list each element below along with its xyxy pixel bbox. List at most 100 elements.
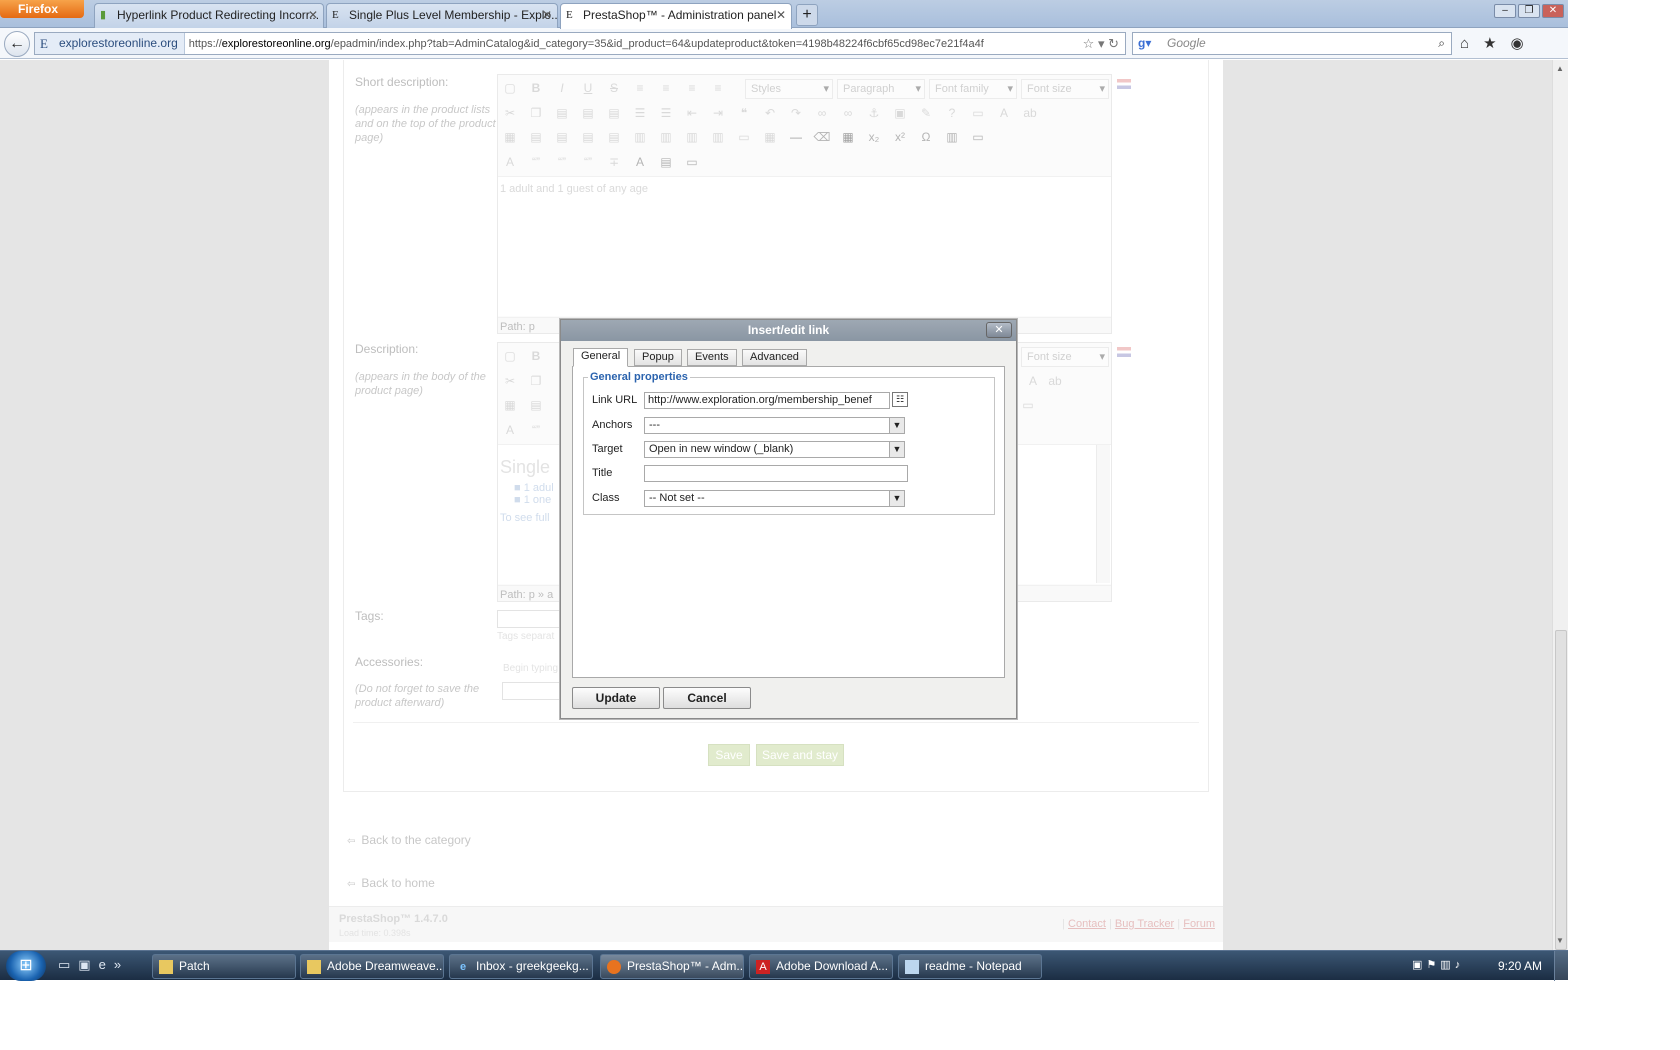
windows-taskbar: ⊞ ▭▣e» Patch Adobe Dreamweave... e Inbox … <box>0 950 1568 981</box>
browser-tab-3-active[interactable]: E PrestaShop™ - Administration panel ✕ <box>560 3 792 29</box>
navbar-icons: ⌂★◉ <box>1460 34 1538 52</box>
bookmark-star-icon[interactable]: ☆ <box>1083 36 1095 51</box>
ie-icon[interactable]: e <box>99 957 114 972</box>
back-arrow-icon[interactable]: ← <box>4 31 30 57</box>
close-window-icon[interactable]: ✕ <box>1542 4 1564 18</box>
browser-tab-1[interactable]: ▮ Hyperlink Product Redirecting Incorr..… <box>94 3 324 28</box>
scroll-up-icon[interactable]: ▲ <box>1556 64 1564 73</box>
browser-tab-label: Single Plus Level Membership - Explo... <box>349 8 558 22</box>
navigation-bar: ← Eexplorestoreonline.org https://explore… <box>0 28 1568 59</box>
taskbar-item-label: Adobe Dreamweave... <box>327 959 444 973</box>
chevron-down-icon[interactable]: ▼ <box>889 418 904 433</box>
explorestore-favicon: E <box>40 36 48 51</box>
scroll-down-icon[interactable]: ▼ <box>1556 936 1564 945</box>
url-text: https://explorestoreonline.org/epadmin/i… <box>185 38 984 50</box>
firefox-menu-button[interactable]: Firefox <box>0 0 84 18</box>
browser-tab-2[interactable]: E Single Plus Level Membership - Explo..… <box>326 3 558 28</box>
address-bar-icons: ☆ ▾ ↻ <box>1083 33 1119 54</box>
general-properties-fieldset: General properties Link URL http://www.e… <box>583 371 995 515</box>
chevron-down-icon[interactable]: ▼ <box>889 491 904 506</box>
home-icon[interactable]: ⌂ <box>1460 35 1483 52</box>
anchors-select[interactable]: --- ▼ <box>644 417 905 434</box>
general-panel: General properties Link URL http://www.e… <box>572 366 1005 678</box>
notepad-icon <box>905 960 919 974</box>
taskbar-item-label: Inbox - greekgeekg... <box>476 959 589 973</box>
scrollbar-thumb[interactable] <box>1555 630 1567 950</box>
history-dropdown-icon[interactable]: ▾ <box>1098 36 1105 51</box>
taskbar-item-adobe-download[interactable]: A Adobe Download A... <box>749 954 893 979</box>
windows-start-icon[interactable]: ⊞ <box>6 951 46 981</box>
target-select[interactable]: Open in new window (_blank) ▼ <box>644 441 905 458</box>
address-bar[interactable]: Eexplorestoreonline.org https://explorest… <box>34 32 1126 55</box>
browse-icon[interactable]: ☷ <box>892 392 908 407</box>
tab-events[interactable]: Events <box>687 349 737 366</box>
link-url-label: Link URL <box>592 394 638 406</box>
switch-windows-icon[interactable]: ▣ <box>78 957 98 972</box>
browser-tab-label: Hyperlink Product Redirecting Incorr... <box>117 8 320 22</box>
chat-icon[interactable]: ▣ <box>1412 959 1426 971</box>
tray-icons: ▣⚑▥♪ <box>1412 958 1464 971</box>
explorestore-favicon: E <box>332 9 339 21</box>
close-tab-icon[interactable]: ✕ <box>542 4 552 26</box>
flag-icon[interactable]: ⚑ <box>1426 959 1440 971</box>
show-desktop-icon[interactable]: ▭ <box>58 957 78 972</box>
anchors-label: Anchors <box>592 419 633 431</box>
taskbar-item-notepad[interactable]: readme - Notepad <box>898 954 1042 979</box>
show-desktop-button[interactable] <box>1554 951 1568 981</box>
link-url-input[interactable]: http://www.exploration.org/membership_be… <box>644 392 890 409</box>
taskbar-item-label: PrestaShop™ - Adm... <box>627 959 744 973</box>
google-icon: g▾ <box>1138 36 1152 50</box>
title-input[interactable] <box>644 465 908 482</box>
folder-icon <box>307 960 321 974</box>
url-domain: explorestoreonline.org <box>221 38 331 50</box>
search-icon[interactable]: ⌕ <box>1438 33 1445 54</box>
target-label: Target <box>592 443 623 455</box>
ie-icon: e <box>459 961 467 973</box>
cancel-button[interactable]: Cancel <box>663 687 751 709</box>
url-path: /epadmin/index.php?tab=AdminCatalog&id_c… <box>330 38 984 50</box>
restore-icon[interactable]: ❐ <box>1518 4 1540 18</box>
bookmark-icon: ▮ <box>100 9 107 21</box>
site-identity-button[interactable]: Eexplorestoreonline.org <box>35 33 185 54</box>
taskbar-item-label: readme - Notepad <box>925 959 1022 973</box>
minimize-icon[interactable]: – <box>1494 4 1516 18</box>
browser-tab-bar: Firefox ▮ Hyperlink Product Redirecting … <box>0 0 1568 29</box>
volume-icon[interactable]: ♪ <box>1455 959 1465 971</box>
addon-eye-icon[interactable]: ◉ <box>1511 35 1538 52</box>
anchors-value: --- <box>649 419 660 431</box>
clock[interactable]: 9:20 AM <box>1498 959 1542 973</box>
more-chevron-icon[interactable]: » <box>114 957 129 972</box>
reload-icon[interactable]: ↻ <box>1108 36 1119 51</box>
taskbar-item-label: Adobe Download A... <box>776 959 889 973</box>
close-tab-icon[interactable]: ✕ <box>776 4 786 26</box>
taskbar-item-prestashop[interactable]: PrestaShop™ - Adm... <box>600 954 744 979</box>
bookmarks-icon[interactable]: ★ <box>1483 35 1510 52</box>
tab-advanced[interactable]: Advanced <box>742 349 807 366</box>
target-value: Open in new window (_blank) <box>649 443 794 455</box>
close-icon[interactable]: ✕ <box>986 322 1012 338</box>
firefox-icon <box>607 960 621 974</box>
taskbar-item-label: Patch <box>179 959 210 973</box>
chevron-down-icon[interactable]: ▼ <box>889 442 904 457</box>
new-tab-button[interactable]: + <box>796 4 818 26</box>
update-button[interactable]: Update <box>572 687 660 709</box>
taskbar-item-inbox[interactable]: e Inbox - greekgeekg... <box>449 954 593 979</box>
tab-general[interactable]: General <box>573 348 629 367</box>
search-placeholder: Google <box>1167 36 1206 50</box>
site-identity-label: explorestoreonline.org <box>59 36 178 50</box>
tab-popup[interactable]: Popup <box>634 349 682 366</box>
taskbar-item-patch[interactable]: Patch <box>152 954 296 979</box>
explorestore-favicon: E <box>566 9 573 21</box>
search-input[interactable]: g▾ Google ⌕ <box>1132 32 1452 55</box>
class-label: Class <box>592 492 620 504</box>
url-prefix: https:// <box>188 38 222 50</box>
page-scrollbar[interactable]: ▲ ▼ <box>1552 60 1568 950</box>
close-tab-icon[interactable]: ✕ <box>308 4 318 26</box>
fieldset-legend: General properties <box>588 371 690 383</box>
browser-tab-label: PrestaShop™ - Administration panel <box>583 8 777 22</box>
class-value: -- Not set -- <box>649 492 705 504</box>
class-select[interactable]: -- Not set -- ▼ <box>644 490 905 507</box>
insert-edit-link-dialog: Insert/edit link ✕ General Popup Events … <box>560 319 1017 719</box>
taskbar-item-dreamweaver[interactable]: Adobe Dreamweave... <box>300 954 444 979</box>
network-icon[interactable]: ▥ <box>1440 959 1454 971</box>
